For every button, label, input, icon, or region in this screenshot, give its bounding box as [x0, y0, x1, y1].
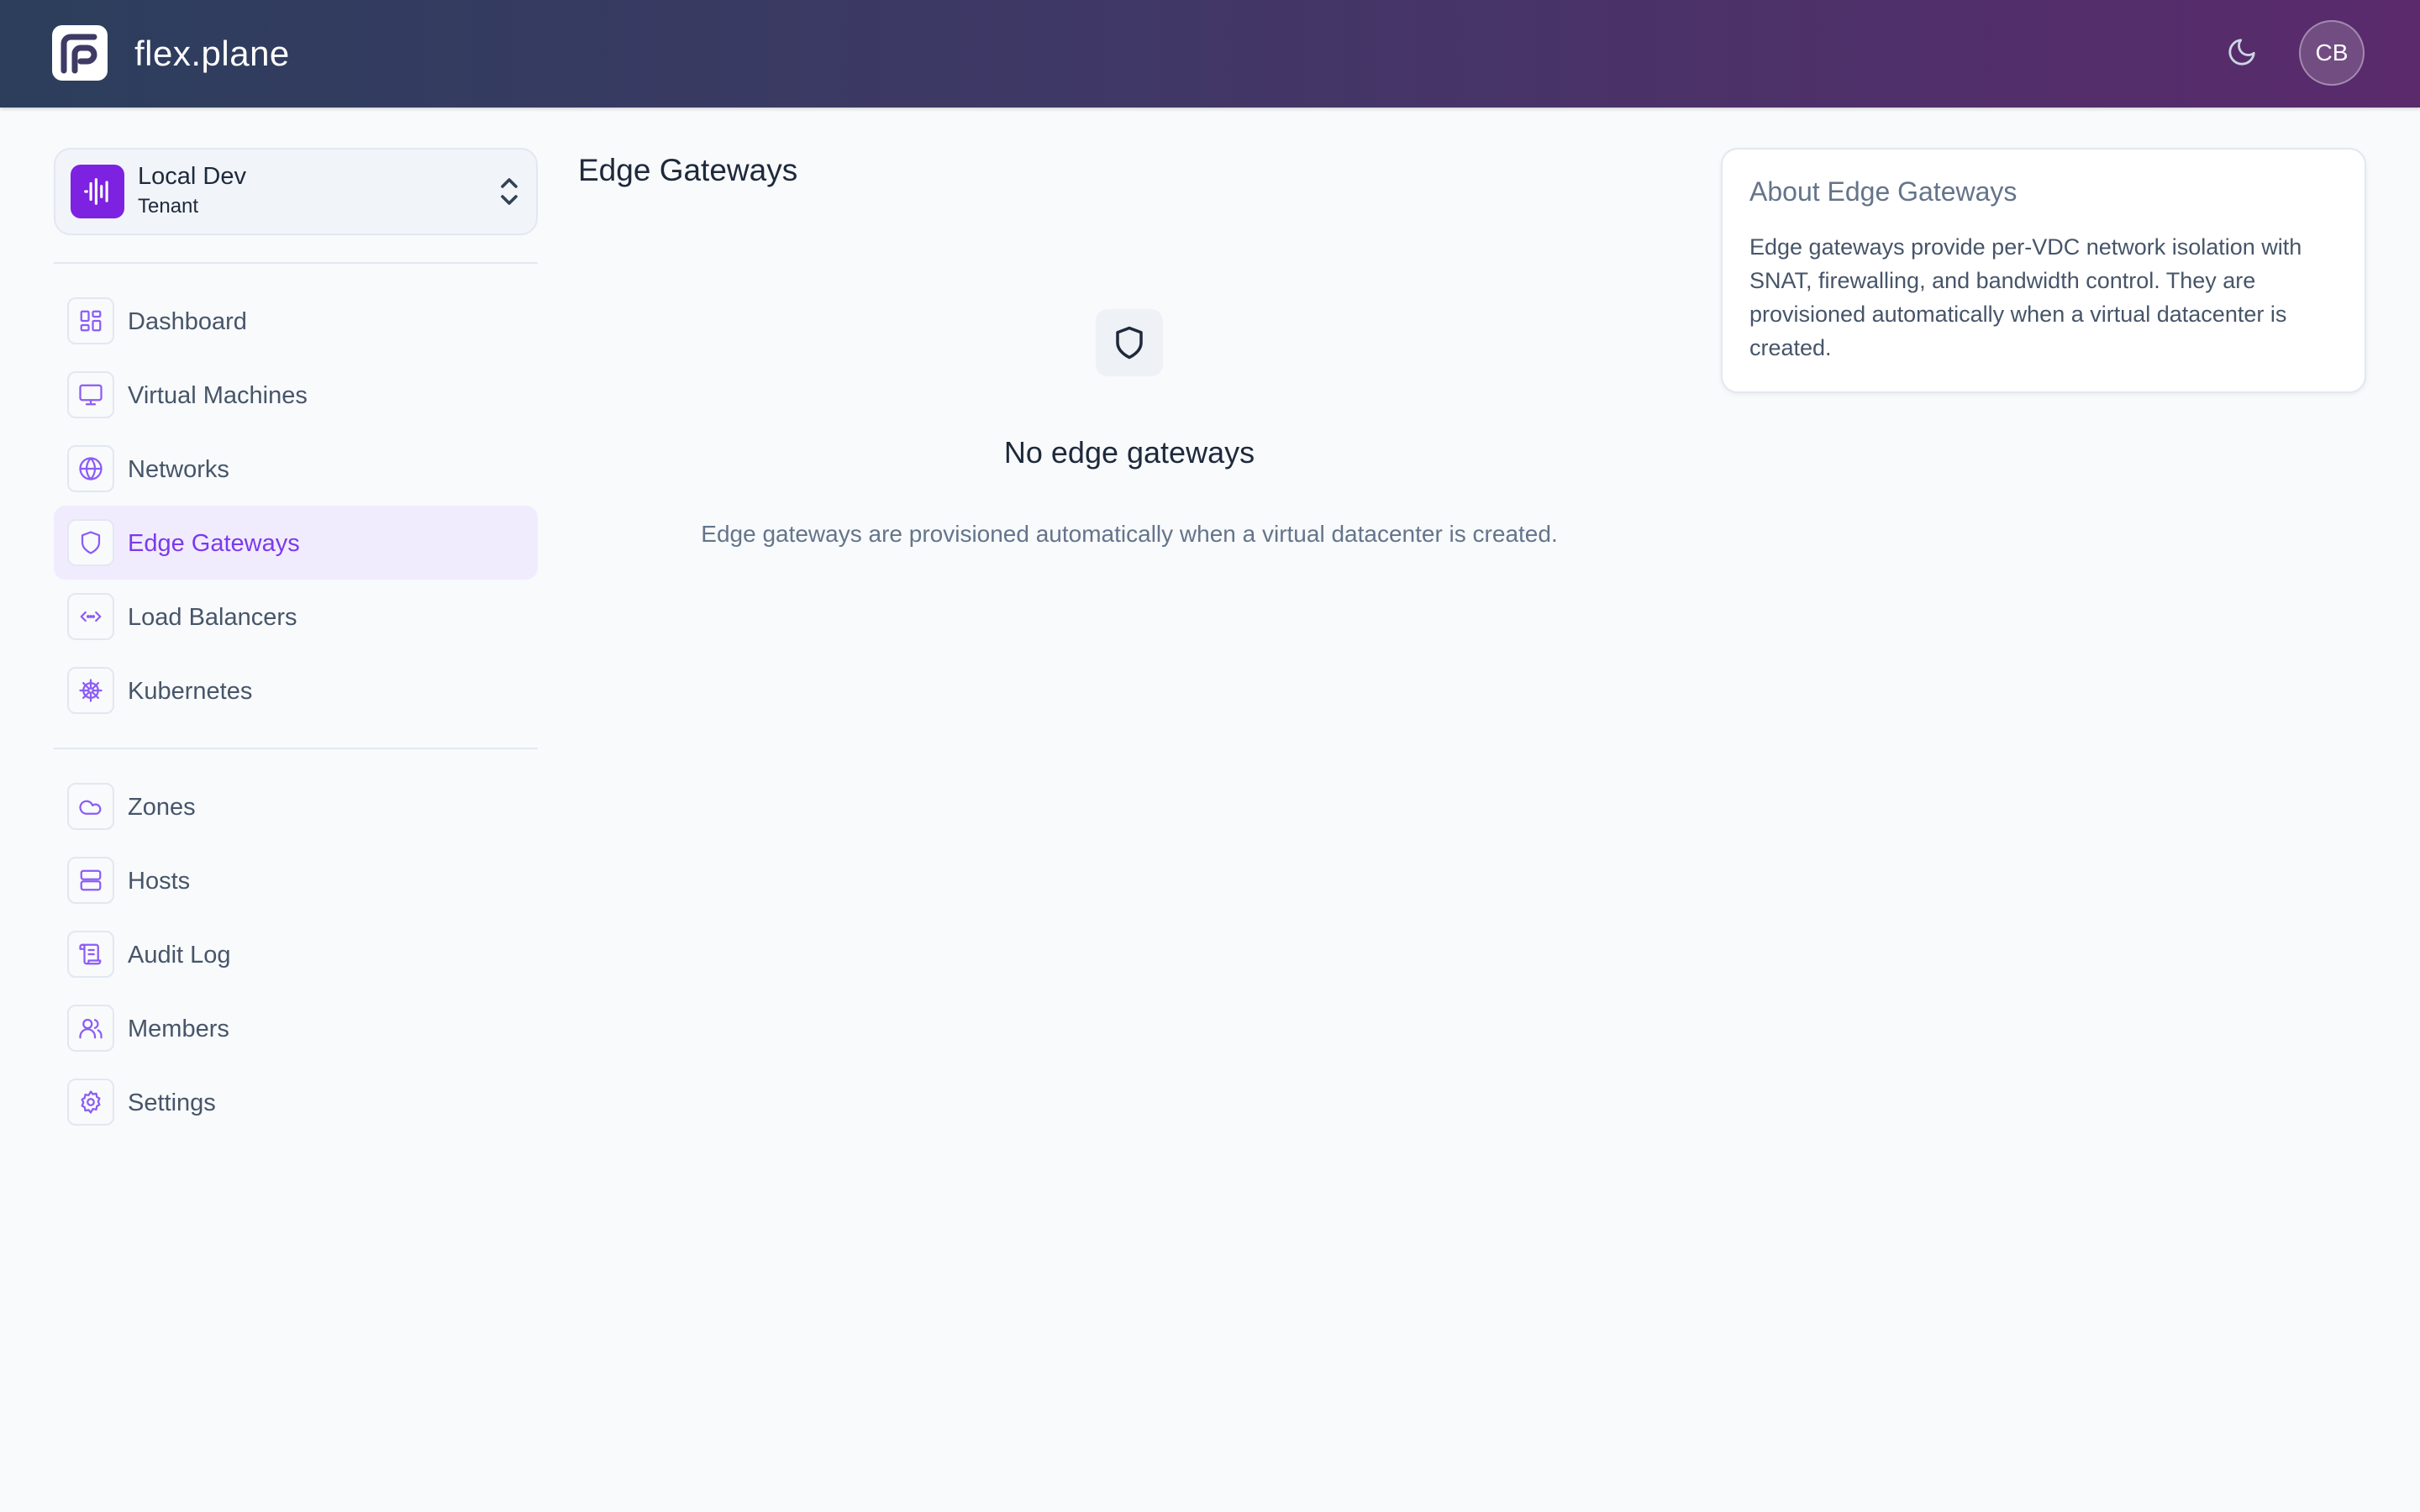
sidebar-item-label: Virtual Machines	[128, 382, 308, 409]
sidebar-item-label: Edge Gateways	[128, 530, 300, 557]
sidebar-item-label: Networks	[128, 456, 229, 483]
sidebar-item-networks[interactable]: Networks	[54, 432, 538, 506]
about-panel-text: Edge gateways provide per-VDC network is…	[1749, 234, 2302, 360]
tenant-name: Local Dev	[138, 163, 246, 190]
gear-icon	[67, 1079, 114, 1126]
sidebar-item-label: Kubernetes	[128, 678, 253, 705]
sidebar-item-kubernetes[interactable]: Kubernetes	[54, 654, 538, 727]
sidebar-item-label: Settings	[128, 1089, 216, 1116]
chevrons-up-down-icon	[497, 176, 521, 207]
empty-state-title: No edge gateways	[1003, 435, 1255, 470]
shield-icon	[67, 519, 114, 566]
user-avatar-button[interactable]: CB	[2299, 20, 2365, 86]
sidebar-item-label: Load Balancers	[128, 604, 297, 631]
code-arrows-icon	[67, 593, 114, 640]
dashboard-icon	[67, 297, 114, 344]
sidebar-item-hosts[interactable]: Hosts	[54, 843, 538, 917]
waveform-icon	[71, 165, 124, 218]
sidebar-item-members[interactable]: Members	[54, 991, 538, 1065]
server-icon	[67, 857, 114, 904]
sidebar-item-dashboard[interactable]: Dashboard	[54, 284, 538, 358]
sidebar-item-virtual-machines[interactable]: Virtual Machines	[54, 358, 538, 432]
top-bar: flex.plane CB	[0, 0, 2420, 108]
globe-icon	[67, 445, 114, 492]
monitor-icon	[67, 371, 114, 418]
sidebar-item-label: Dashboard	[128, 308, 247, 335]
theme-toggle-button[interactable]	[2222, 34, 2262, 74]
sidebar-divider	[54, 262, 538, 264]
tenant-switcher[interactable]: Local Dev Tenant	[54, 148, 538, 235]
tenant-role: Tenant	[138, 195, 199, 218]
sidebar-item-label: Hosts	[128, 868, 191, 895]
sidebar-divider	[54, 748, 538, 749]
empty-state-description: Edge gateways are provisioned automatica…	[701, 521, 1558, 547]
about-panel-title: About Edge Gateways	[1749, 176, 2018, 207]
sidebar-item-label: Zones	[128, 794, 196, 821]
scroll-icon	[67, 931, 114, 978]
sidebar-item-zones[interactable]: Zones	[54, 769, 538, 843]
page-title: Edge Gateways	[578, 153, 798, 187]
brand-name[interactable]: flex.plane	[134, 30, 290, 77]
about-panel: About Edge Gateways Edge gateways provid…	[1721, 148, 2366, 393]
moon-icon	[2226, 36, 2258, 72]
sidebar-item-load-balancers[interactable]: Load Balancers	[54, 580, 538, 654]
helm-icon	[67, 667, 114, 714]
sidebar-item-audit-log[interactable]: Audit Log	[54, 917, 538, 991]
sidebar-item-edge-gateways[interactable]: Edge Gateways	[54, 506, 538, 580]
shield-icon	[1096, 309, 1163, 376]
flexplane-logo-icon[interactable]	[52, 25, 108, 81]
sidebar-item-label: Audit Log	[128, 942, 231, 969]
cloud-icon	[67, 783, 114, 830]
sidebar-item-label: Members	[128, 1016, 229, 1042]
sidebar-item-settings[interactable]: Settings	[54, 1065, 538, 1139]
users-icon	[67, 1005, 114, 1052]
